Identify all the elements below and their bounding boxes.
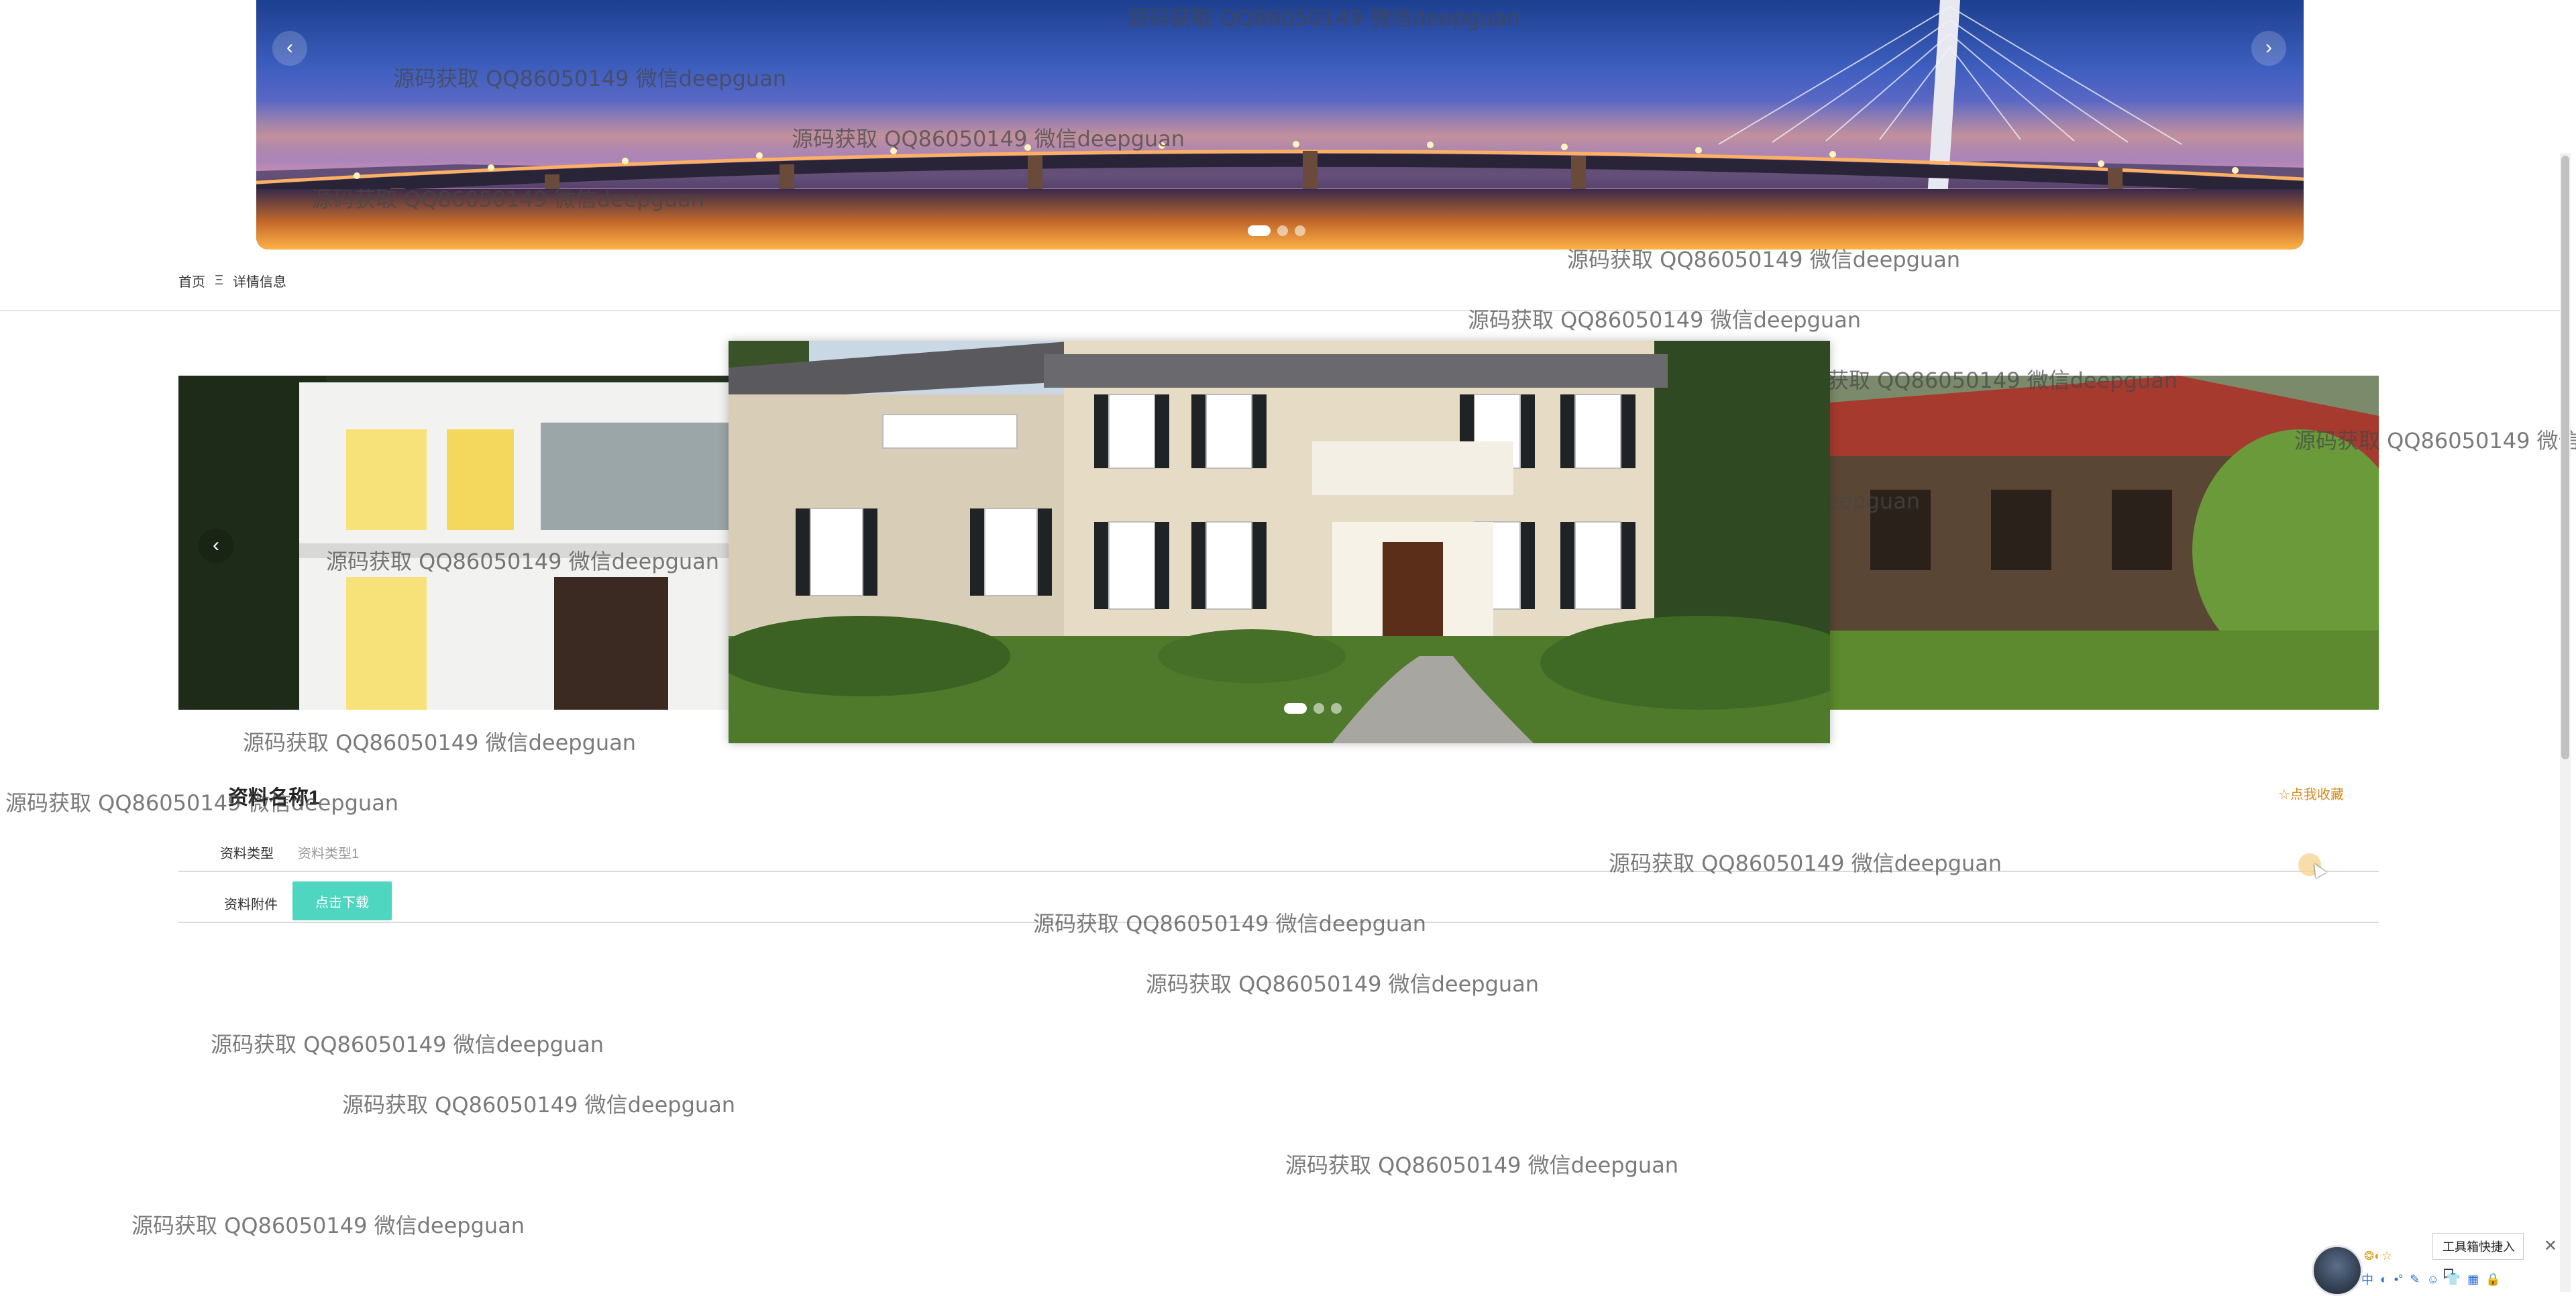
banner-prev-button[interactable]: ‹ <box>272 31 307 66</box>
type-value: 资料类型1 <box>298 847 360 861</box>
watermark-text: 源码获取 QQ86050149 微信deepguan <box>1285 1152 1679 1178</box>
ime-toolbar: 中 ◐ •° ✎ ☺ 👕 ▦ 🔒 <box>2361 1268 2501 1291</box>
watermark-text: 源码获取 QQ86050149 微信deepguan <box>342 1092 736 1118</box>
colonial-house-image <box>729 341 1830 743</box>
gallery-slide-active[interactable] <box>729 341 1830 743</box>
breadcrumb-current: 详情信息 <box>233 275 286 290</box>
page-scrollbar-thumb[interactable] <box>2561 156 2569 759</box>
gallery-pagination <box>1284 703 1342 714</box>
download-button[interactable]: 点击下载 <box>292 881 392 920</box>
watermark-text: 源码获取 QQ86050149 微信deepguan <box>243 730 637 755</box>
status-icons: ❂◐☆ <box>2364 1249 2393 1262</box>
row-divider <box>178 871 2379 872</box>
chevron-left-icon: ‹ <box>213 534 219 556</box>
watermark-text: 源码获取 QQ86050149 微信deepguan <box>1784 368 2178 393</box>
chevron-right-icon: › <box>2265 36 2272 58</box>
assistant-avatar[interactable] <box>2312 1245 2363 1296</box>
toolbox-shortcut-button[interactable]: 工具箱快捷入口 <box>2432 1233 2524 1281</box>
ime-skin-icon[interactable]: 👕 <box>2446 1273 2461 1287</box>
breadcrumb-separator: Ξ <box>215 273 223 288</box>
watermark-text: 源码获取 QQ86050149 微信deepguan <box>1127 5 1521 31</box>
gallery-dot-2[interactable] <box>1313 703 1324 714</box>
watermark-text: 源码获取 QQ86050149 微信deepguan <box>1567 247 1961 272</box>
ime-lock-icon[interactable]: 🔒 <box>2485 1273 2500 1287</box>
watermark-text: 源码获取 QQ86050149 微信deepguan <box>211 1032 604 1057</box>
watermark-text: 源码获取 QQ86050149 微信deepguan <box>5 790 399 816</box>
watermark-text: 源码获取 QQ86050149 微信deepguan <box>1033 911 1427 936</box>
ime-chinese-icon[interactable]: 中 <box>2361 1271 2373 1288</box>
banner-pagination <box>1248 225 1305 236</box>
watermark-text: 源码获取 QQ86050149 微信deepguan <box>792 126 1185 152</box>
banner-dot-2[interactable] <box>1277 225 1288 236</box>
ime-punctuation-icon[interactable]: •° <box>2394 1273 2404 1287</box>
modern-house-image <box>178 376 729 710</box>
watermark-text: 源码获取 QQ86050149 微信deepguan <box>393 66 787 91</box>
gallery-prev-button[interactable]: ‹ <box>199 529 233 563</box>
ime-grid-icon[interactable]: ▦ <box>2467 1273 2479 1287</box>
watermark-text: 源码获取 QQ86050149 微信deepguan <box>311 186 705 212</box>
banner-dot-1[interactable] <box>1248 225 1271 236</box>
chevron-left-icon: ‹ <box>286 36 293 58</box>
gallery-dot-3[interactable] <box>1331 703 1342 714</box>
watermark-text: 源码获取 QQ86050149 微信deepguan <box>1146 971 1540 997</box>
favorite-button[interactable]: ☆点我收藏 <box>2278 784 2344 803</box>
watermark-text: 源码获取 QQ86050149 微信deepguan <box>1609 851 2002 876</box>
banner-dot-3[interactable] <box>1295 225 1305 236</box>
watermark-text: 源码获取 QQ86050149 微信de <box>2294 428 2576 453</box>
type-label: 资料类型 <box>220 847 274 861</box>
watermark-text: 源码获取 QQ86050149 微信deepguan <box>326 549 720 574</box>
gallery-slide-prev[interactable] <box>178 376 729 710</box>
breadcrumb-home-link[interactable]: 首页 <box>178 271 205 290</box>
ime-pen-icon[interactable]: ✎ <box>2410 1273 2420 1287</box>
watermark-text: 源码获取 QQ86050149 微信deepguan <box>1468 307 1862 333</box>
header-divider <box>0 310 2563 311</box>
banner-next-button[interactable]: › <box>2251 31 2286 66</box>
ime-emoji-icon[interactable]: ☺ <box>2426 1273 2438 1287</box>
breadcrumb: 首页 Ξ 详情信息 <box>178 271 286 290</box>
detail-image-carousel[interactable]: ‹ <box>178 341 2379 743</box>
close-icon[interactable]: ✕ <box>2544 1233 2557 1260</box>
attachment-label: 资料附件 <box>224 898 278 912</box>
watermark-text: 源码获取 QQ86050149 微信deepguan <box>131 1213 525 1238</box>
gallery-dot-1[interactable] <box>1284 703 1307 714</box>
ime-moon-icon[interactable]: ◐ <box>2380 1273 2387 1287</box>
